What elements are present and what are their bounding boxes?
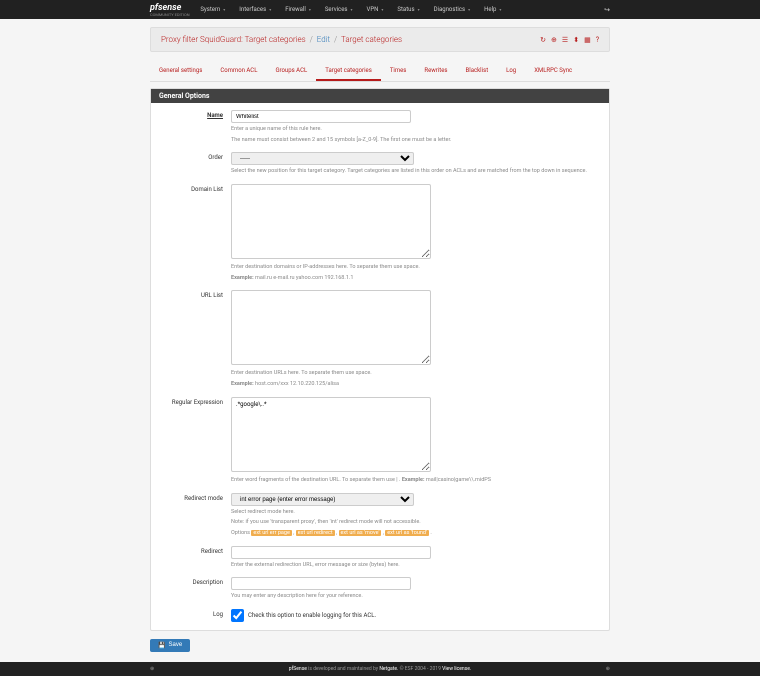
tab-log[interactable]: Log bbox=[497, 62, 525, 81]
help-description: You may enter any description here for y… bbox=[231, 593, 599, 601]
breadcrumb-p2[interactable]: Edit bbox=[317, 35, 330, 44]
help-rmode1: Select redirect mode here. bbox=[231, 509, 599, 517]
tab-times[interactable]: Times bbox=[381, 62, 416, 81]
tab-groups-acl[interactable]: Groups ACL bbox=[266, 62, 316, 81]
nav-services[interactable]: Services bbox=[318, 6, 360, 13]
label-regex: Regular Expression bbox=[161, 397, 231, 406]
logo[interactable]: pfsense COMMUNITY EDITION bbox=[150, 3, 193, 17]
grid-icon[interactable]: ▦ bbox=[584, 36, 591, 44]
field-url-list: Enter destination URLs here. To separate… bbox=[231, 290, 599, 388]
subtabs: General settings Common ACL Groups ACL T… bbox=[150, 62, 610, 82]
field-redirect: Enter the external redirection URL, erro… bbox=[231, 546, 599, 570]
label-log: Log bbox=[161, 609, 231, 618]
help-url-ex: Example: host.com/xxx 12.10.220.125/alis… bbox=[231, 381, 599, 389]
field-description: You may enter any description here for y… bbox=[231, 577, 599, 601]
regex-textarea[interactable]: .*google\..* bbox=[231, 397, 431, 472]
tab-target-categories[interactable]: Target categories bbox=[316, 62, 381, 81]
row-url-list: URL List Enter destination URLs here. To… bbox=[151, 286, 609, 392]
breadcrumb: Proxy filter SquidGuard: Target categori… bbox=[161, 35, 402, 44]
nav-firewall[interactable]: Firewall bbox=[278, 6, 318, 13]
list-icon[interactable]: ☰ bbox=[562, 36, 568, 44]
tab-common-acl[interactable]: Common ACL bbox=[211, 62, 266, 81]
label-description: Description bbox=[161, 577, 231, 586]
log-checkbox-label: Check this option to enable logging for … bbox=[248, 612, 376, 619]
footer-text: pfSense is developed and maintained by N… bbox=[154, 666, 606, 672]
nav-system[interactable]: System bbox=[193, 6, 232, 13]
save-button[interactable]: 💾 Save bbox=[150, 639, 190, 652]
help-rmode3: Options ext url err page , ext url redir… bbox=[231, 530, 599, 538]
general-options-panel: General Options Name Enter a unique name… bbox=[150, 88, 610, 631]
description-input[interactable] bbox=[231, 577, 411, 590]
label-redirect: Redirect bbox=[161, 546, 231, 555]
help-url1: Enter destination URLs here. To separate… bbox=[231, 370, 599, 378]
row-name: Name Enter a unique name of this rule he… bbox=[151, 103, 609, 148]
help-regex: Enter word fragments of the destination … bbox=[231, 477, 599, 485]
breadcrumb-sep: / bbox=[310, 35, 313, 44]
redirect-input[interactable] bbox=[231, 546, 431, 559]
tab-xmlrpc-sync[interactable]: XMLRPC Sync bbox=[525, 62, 581, 81]
field-domain-list: Enter destination domains or IP-addresse… bbox=[231, 184, 599, 282]
label-redirect-mode: Redirect mode bbox=[161, 493, 231, 502]
footer: ⊕ pfSense is developed and maintained by… bbox=[0, 662, 760, 676]
breadcrumb-sep: / bbox=[334, 35, 337, 44]
help-order: Select the new position for this target … bbox=[231, 168, 599, 176]
field-log: Check this option to enable logging for … bbox=[231, 609, 599, 622]
log-checkbox[interactable] bbox=[231, 609, 244, 622]
footer-netgate-link[interactable]: Netgate. bbox=[379, 666, 398, 672]
nav-help[interactable]: Help bbox=[477, 6, 508, 13]
url-list-textarea[interactable] bbox=[231, 290, 431, 365]
nav-interfaces[interactable]: Interfaces bbox=[232, 6, 278, 13]
field-order: ----- Select the new position for this t… bbox=[231, 152, 599, 176]
help-name1: Enter a unique name of this rule here. bbox=[231, 126, 599, 134]
nav-vpn[interactable]: VPN bbox=[360, 6, 391, 13]
label-order: Order bbox=[161, 152, 231, 161]
order-select[interactable]: ----- bbox=[231, 152, 414, 165]
footer-pfsense-link[interactable]: pfSense bbox=[289, 666, 307, 672]
top-nav-left: pfsense COMMUNITY EDITION System Interfa… bbox=[150, 3, 508, 17]
breadcrumb-icons: ↻ ⊕ ☰ ⬍ ▦ ? bbox=[540, 36, 599, 44]
top-nav: pfsense COMMUNITY EDITION System Interfa… bbox=[0, 0, 760, 19]
row-redirect: Redirect Enter the external redirection … bbox=[151, 542, 609, 574]
row-description: Description You may enter any descriptio… bbox=[151, 573, 609, 605]
row-regex: Regular Expression .*google\..* Enter wo… bbox=[151, 393, 609, 489]
tab-general-settings[interactable]: General settings bbox=[150, 62, 211, 81]
logout-icon[interactable]: ↪ bbox=[604, 6, 610, 14]
footer-license-link[interactable]: View license. bbox=[442, 666, 471, 672]
breadcrumb-bar: Proxy filter SquidGuard: Target categori… bbox=[150, 27, 610, 52]
chart-icon[interactable]: ⬍ bbox=[573, 36, 579, 44]
tab-rewrites[interactable]: Rewrites bbox=[415, 62, 456, 81]
nav-status[interactable]: Status bbox=[390, 6, 426, 13]
help-rmode2: Note: if you use 'transparent proxy', th… bbox=[231, 519, 599, 527]
logo-subtitle: COMMUNITY EDITION bbox=[150, 12, 193, 17]
field-redirect-mode: int error page (enter error message) Sel… bbox=[231, 493, 599, 538]
tab-blacklist[interactable]: Blacklist bbox=[457, 62, 498, 81]
help-name2: The name must consist between 2 and 15 s… bbox=[231, 137, 599, 145]
footer-right-icon[interactable]: ⊕ bbox=[606, 666, 610, 672]
help-domain1: Enter destination domains or IP-addresse… bbox=[231, 264, 599, 272]
field-name: Enter a unique name of this rule here. T… bbox=[231, 110, 599, 144]
refresh-icon[interactable]: ↻ bbox=[540, 36, 546, 44]
name-input[interactable] bbox=[231, 110, 411, 123]
save-row: 💾 Save bbox=[150, 639, 610, 652]
redirect-mode-select[interactable]: int error page (enter error message) bbox=[231, 493, 414, 506]
nav-items: System Interfaces Firewall Services VPN … bbox=[193, 6, 508, 13]
row-domain-list: Domain List Enter destination domains or… bbox=[151, 180, 609, 286]
row-redirect-mode: Redirect mode int error page (enter erro… bbox=[151, 489, 609, 542]
help-domain-ex: Example: mail.ru e-mail.ru yahoo.com 192… bbox=[231, 275, 599, 283]
breadcrumb-p3[interactable]: Target categories bbox=[341, 35, 402, 44]
breadcrumb-p1[interactable]: Proxy filter SquidGuard: Target categori… bbox=[161, 35, 306, 44]
row-order: Order ----- Select the new position for … bbox=[151, 148, 609, 180]
field-regex: .*google\..* Enter word fragments of the… bbox=[231, 397, 599, 485]
domain-list-textarea[interactable] bbox=[231, 184, 431, 259]
label-domain-list: Domain List bbox=[161, 184, 231, 193]
save-label: Save bbox=[168, 642, 182, 648]
help-icon[interactable]: ? bbox=[596, 36, 599, 44]
help-redirect: Enter the external redirection URL, erro… bbox=[231, 562, 599, 570]
row-log: Log Check this option to enable logging … bbox=[151, 605, 609, 630]
label-name: Name bbox=[161, 110, 231, 119]
label-url-list: URL List bbox=[161, 290, 231, 299]
panel-header: General Options bbox=[151, 89, 609, 103]
nav-diagnostics[interactable]: Diagnostics bbox=[427, 6, 478, 13]
globe-icon[interactable]: ⊕ bbox=[551, 36, 557, 44]
